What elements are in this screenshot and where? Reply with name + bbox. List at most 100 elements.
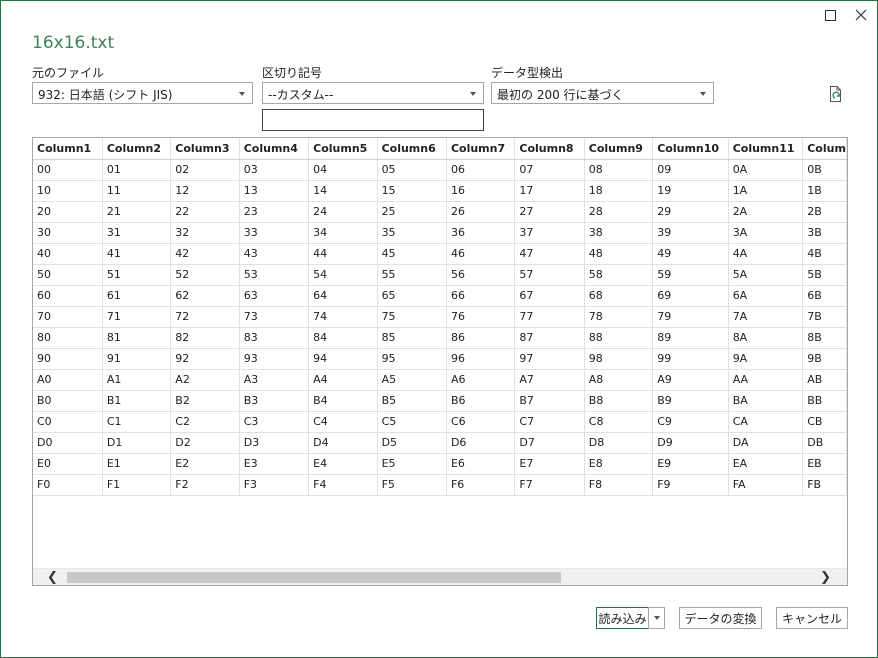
maximize-icon[interactable] [819, 5, 841, 25]
table-cell[interactable]: 24 [308, 201, 378, 223]
table-cell[interactable]: 42 [170, 243, 240, 265]
table-cell[interactable]: 89 [652, 327, 729, 349]
table-cell[interactable]: 38 [584, 222, 654, 244]
table-cell[interactable]: D2 [170, 432, 240, 454]
table-cell[interactable]: D3 [239, 432, 310, 454]
column-header[interactable]: Column11 [728, 138, 804, 160]
chevron-right-icon[interactable]: ❯ [820, 569, 831, 585]
table-cell[interactable]: 94 [308, 348, 378, 370]
table-cell[interactable]: 6A [728, 285, 804, 307]
table-cell[interactable]: 31 [102, 222, 172, 244]
table-cell[interactable]: B9 [652, 390, 729, 412]
table-cell[interactable]: 33 [239, 222, 310, 244]
table-cell[interactable]: F3 [239, 474, 310, 496]
table-cell[interactable]: 04 [308, 159, 378, 181]
transform-data-button[interactable]: データの変換 [679, 607, 762, 629]
table-cell[interactable]: 12 [170, 180, 240, 202]
table-cell[interactable]: 14 [308, 180, 378, 202]
table-cell[interactable]: F4 [308, 474, 378, 496]
table-cell[interactable]: 74 [308, 306, 378, 328]
table-cell[interactable]: 52 [170, 264, 240, 286]
table-cell[interactable]: C5 [377, 411, 447, 433]
table-cell[interactable]: D7 [514, 432, 585, 454]
table-cell[interactable]: 72 [170, 306, 240, 328]
table-cell[interactable]: 55 [377, 264, 447, 286]
table-cell[interactable]: A0 [33, 369, 103, 391]
table-cell[interactable]: CA [728, 411, 804, 433]
table-cell[interactable]: B1 [102, 390, 172, 412]
table-cell[interactable]: 51 [102, 264, 172, 286]
table-cell[interactable]: 1B [802, 180, 847, 202]
table-cell[interactable]: F5 [377, 474, 447, 496]
table-cell[interactable]: F6 [446, 474, 516, 496]
table-cell[interactable]: 97 [514, 348, 585, 370]
table-cell[interactable]: 02 [170, 159, 240, 181]
table-cell[interactable]: 82 [170, 327, 240, 349]
table-cell[interactable]: 77 [514, 306, 585, 328]
table-cell[interactable]: 4B [802, 243, 847, 265]
table-cell[interactable]: 87 [514, 327, 585, 349]
table-cell[interactable]: 92 [170, 348, 240, 370]
table-cell[interactable]: 2B [802, 201, 847, 223]
column-header[interactable]: Column1 [33, 138, 103, 160]
table-cell[interactable]: B3 [239, 390, 310, 412]
table-cell[interactable]: BB [802, 390, 847, 412]
table-cell[interactable]: B4 [308, 390, 378, 412]
table-cell[interactable]: 00 [33, 159, 103, 181]
table-cell[interactable]: 78 [584, 306, 654, 328]
column-header[interactable]: Column9 [584, 138, 654, 160]
table-cell[interactable]: A9 [652, 369, 729, 391]
table-cell[interactable]: 84 [308, 327, 378, 349]
table-cell[interactable]: 35 [377, 222, 447, 244]
table-cell[interactable]: F0 [33, 474, 103, 496]
table-cell[interactable]: D0 [33, 432, 103, 454]
table-cell[interactable]: 6B [802, 285, 847, 307]
load-options-button[interactable] [648, 607, 665, 629]
table-cell[interactable]: E0 [33, 453, 103, 475]
table-cell[interactable]: D9 [652, 432, 729, 454]
cancel-button[interactable]: キャンセル [776, 607, 848, 629]
table-cell[interactable]: 27 [514, 201, 585, 223]
table-cell[interactable]: F8 [584, 474, 654, 496]
table-cell[interactable]: 3B [802, 222, 847, 244]
table-cell[interactable]: E1 [102, 453, 172, 475]
table-cell[interactable]: 63 [239, 285, 310, 307]
table-cell[interactable]: 88 [584, 327, 654, 349]
table-cell[interactable]: 5A [728, 264, 804, 286]
table-cell[interactable]: 67 [514, 285, 585, 307]
table-cell[interactable]: B2 [170, 390, 240, 412]
table-cell[interactable]: 75 [377, 306, 447, 328]
table-cell[interactable]: D4 [308, 432, 378, 454]
table-cell[interactable]: AB [802, 369, 847, 391]
table-cell[interactable]: C1 [102, 411, 172, 433]
table-cell[interactable]: 83 [239, 327, 310, 349]
table-cell[interactable]: D5 [377, 432, 447, 454]
table-cell[interactable]: 66 [446, 285, 516, 307]
table-cell[interactable]: D8 [584, 432, 654, 454]
table-cell[interactable]: E5 [377, 453, 447, 475]
table-cell[interactable]: 79 [652, 306, 729, 328]
table-cell[interactable]: 43 [239, 243, 310, 265]
table-cell[interactable]: CB [802, 411, 847, 433]
table-cell[interactable]: 11 [102, 180, 172, 202]
load-button[interactable]: 読み込み [596, 607, 649, 629]
table-cell[interactable]: 49 [652, 243, 729, 265]
table-cell[interactable]: 3A [728, 222, 804, 244]
close-icon[interactable] [850, 5, 872, 25]
column-header[interactable]: Column3 [170, 138, 240, 160]
table-cell[interactable]: 0B [802, 159, 847, 181]
table-cell[interactable]: 18 [584, 180, 654, 202]
table-cell[interactable]: 7A [728, 306, 804, 328]
table-cell[interactable]: 85 [377, 327, 447, 349]
table-cell[interactable]: 10 [33, 180, 103, 202]
column-header[interactable]: Column7 [446, 138, 516, 160]
table-cell[interactable]: B0 [33, 390, 103, 412]
table-cell[interactable]: 30 [33, 222, 103, 244]
column-header[interactable]: Column10 [652, 138, 729, 160]
table-cell[interactable]: 50 [33, 264, 103, 286]
table-cell[interactable]: 25 [377, 201, 447, 223]
table-cell[interactable]: 20 [33, 201, 103, 223]
table-cell[interactable]: A3 [239, 369, 310, 391]
table-cell[interactable]: 95 [377, 348, 447, 370]
table-cell[interactable]: 9B [802, 348, 847, 370]
